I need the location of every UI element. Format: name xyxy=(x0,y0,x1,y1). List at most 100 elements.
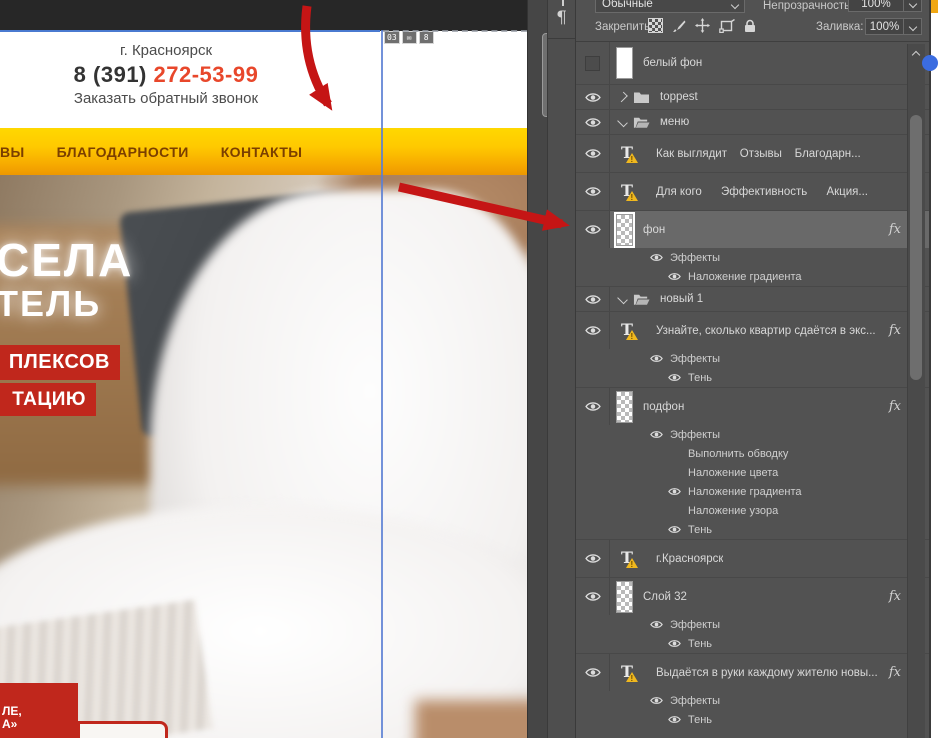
layer-row-group[interactable]: toppest xyxy=(576,84,929,109)
layer-thumbnail[interactable] xyxy=(616,390,633,423)
layer-row-content[interactable]: белый фон xyxy=(610,42,929,84)
text-layer-icon: T ! xyxy=(620,320,640,341)
effect-row[interactable]: Наложение узора xyxy=(576,501,929,520)
blend-mode-select[interactable]: Обычные xyxy=(595,0,745,13)
layer-row-item[interactable]: подфон fx xyxy=(576,387,929,425)
brush-icon[interactable] xyxy=(672,19,686,33)
visibility-toggle[interactable] xyxy=(576,85,610,109)
text-layer-icon: T ! xyxy=(620,181,640,202)
effect-row[interactable]: Эффекты xyxy=(576,349,929,368)
effect-visibility-toggle[interactable] xyxy=(668,639,681,648)
fx-badge[interactable]: fx xyxy=(889,589,901,604)
effect-row[interactable]: Наложение градиента xyxy=(576,267,929,286)
effect-visibility-toggle[interactable] xyxy=(668,487,681,496)
fill-label: Заливка: xyxy=(816,21,864,33)
layer-row-item[interactable]: T ! Выдаётся в руки каждому жителю новы.… xyxy=(576,653,929,691)
effect-visibility-toggle[interactable] xyxy=(668,373,681,382)
visibility-toggle[interactable] xyxy=(576,211,610,248)
effect-row[interactable]: Выполнить обводку xyxy=(576,444,929,463)
layer-row-item[interactable]: T ! Узнайте, сколько квартир сдаётся в э… xyxy=(576,311,929,349)
expand-group-icon[interactable] xyxy=(617,91,628,103)
layer-row-content[interactable]: toppest xyxy=(610,85,929,109)
scroll-up-icon[interactable] xyxy=(911,50,921,60)
effect-row[interactable]: Эффекты xyxy=(576,615,929,634)
layer-row-content[interactable]: T ! Выдаётся в руки каждому жителю новы.… xyxy=(610,654,929,691)
effect-name: Эффекты xyxy=(670,694,721,707)
visibility-toggle[interactable] xyxy=(576,287,610,311)
effect-row[interactable]: Эффекты xyxy=(576,691,929,710)
effect-row[interactable]: Наложение градиента xyxy=(576,482,929,501)
effect-row[interactable]: Эффекты xyxy=(576,248,929,267)
effect-row[interactable]: Тень xyxy=(576,368,929,387)
effect-visibility-toggle[interactable] xyxy=(650,430,663,439)
move-icon[interactable] xyxy=(695,18,710,33)
fill-dropdown[interactable] xyxy=(903,18,922,35)
guide-line[interactable] xyxy=(381,30,383,738)
paragraph-panel-icon[interactable]: ¶ xyxy=(548,8,575,28)
eye-icon xyxy=(650,355,663,362)
effect-visibility-toggle[interactable] xyxy=(668,715,681,724)
panel-scrollbar[interactable] xyxy=(907,44,925,738)
fx-badge[interactable]: fx xyxy=(889,399,901,414)
effect-visibility-toggle[interactable] xyxy=(650,354,663,363)
visibility-toggle[interactable] xyxy=(576,135,610,172)
folder-closed-icon xyxy=(634,92,649,103)
panel-scrollbar-thumb[interactable] xyxy=(910,115,922,380)
layer-row-content[interactable]: T ! г.Красноярск xyxy=(610,540,929,577)
effect-row[interactable]: Тень xyxy=(576,520,929,539)
visibility-toggle[interactable] xyxy=(576,388,610,425)
layer-row-content[interactable]: подфон fx xyxy=(610,388,929,425)
collapse-group-icon[interactable] xyxy=(617,116,628,128)
document-canvas[interactable]: г. Красноярск 8 (391) 272-53-99 Заказать… xyxy=(0,0,527,738)
layer-row-content[interactable]: T ! Как выглядит Отзывы Благодарн... xyxy=(610,135,929,172)
fx-badge[interactable]: fx xyxy=(889,222,901,237)
effect-visibility-toggle[interactable] xyxy=(668,525,681,534)
layer-row-item[interactable]: Слой 32 fx xyxy=(576,577,929,615)
fx-badge[interactable]: fx xyxy=(889,665,901,680)
layer-row-group[interactable]: меню xyxy=(576,109,929,134)
layer-row-item[interactable]: T ! Как выглядит Отзывы Благодарн... xyxy=(576,134,929,172)
character-panel-icon[interactable] xyxy=(562,0,564,6)
effect-name: Тень xyxy=(688,637,713,650)
visibility-toggle[interactable] xyxy=(576,312,610,349)
effect-visibility-toggle[interactable] xyxy=(668,272,681,281)
effect-visibility-toggle[interactable] xyxy=(650,620,663,629)
lock-icon[interactable] xyxy=(744,19,756,33)
fx-badge[interactable]: fx xyxy=(889,323,901,338)
opacity-input[interactable]: 100% xyxy=(848,0,904,12)
collapse-group-icon[interactable] xyxy=(617,293,628,305)
layer-row-item[interactable]: белый фон xyxy=(576,42,929,84)
layer-thumbnail[interactable] xyxy=(616,47,633,79)
effect-row[interactable]: Наложение цвета xyxy=(576,463,929,482)
layer-row-content[interactable]: меню xyxy=(610,110,929,134)
layer-row-content[interactable]: T ! Узнайте, сколько квартир сдаётся в э… xyxy=(610,312,929,349)
visibility-toggle[interactable] xyxy=(576,42,610,84)
layer-thumbnail[interactable] xyxy=(616,213,633,246)
visibility-toggle[interactable] xyxy=(576,173,610,210)
visibility-toggle[interactable] xyxy=(576,578,610,615)
layer-row-item[interactable]: фон fx xyxy=(576,210,929,248)
effect-visibility-toggle[interactable] xyxy=(650,696,663,705)
layer-row-item[interactable]: T ! Для кого Эффективность Акция... xyxy=(576,172,929,210)
layer-row-content[interactable]: Слой 32 fx xyxy=(610,578,929,615)
frame-icon[interactable] xyxy=(719,18,735,33)
fill-input[interactable]: 100% xyxy=(865,18,904,35)
effect-row[interactable]: Тень xyxy=(576,710,929,729)
lock-transparency-icon[interactable] xyxy=(648,18,663,33)
chevron-down-icon xyxy=(908,0,917,9)
visibility-toggle[interactable] xyxy=(576,110,610,134)
text-layer-icon: T ! xyxy=(620,548,640,569)
visibility-toggle[interactable] xyxy=(576,654,610,691)
layer-row-content[interactable]: T ! Для кого Эффективность Акция... xyxy=(610,173,929,210)
canvas-scrollbar[interactable] xyxy=(527,0,554,738)
effect-row[interactable]: Эффекты xyxy=(576,425,929,444)
layer-thumbnail[interactable] xyxy=(616,580,633,613)
layer-row-item[interactable]: T ! г.Красноярск xyxy=(576,539,929,577)
effect-row[interactable]: Тень xyxy=(576,634,929,653)
layer-row-group[interactable]: новый 1 xyxy=(576,286,929,311)
opacity-dropdown[interactable] xyxy=(903,0,922,12)
effect-visibility-toggle[interactable] xyxy=(650,253,663,262)
visibility-toggle[interactable] xyxy=(576,540,610,577)
layer-row-content[interactable]: новый 1 xyxy=(610,287,929,311)
layer-row-content[interactable]: фон fx xyxy=(610,211,929,248)
